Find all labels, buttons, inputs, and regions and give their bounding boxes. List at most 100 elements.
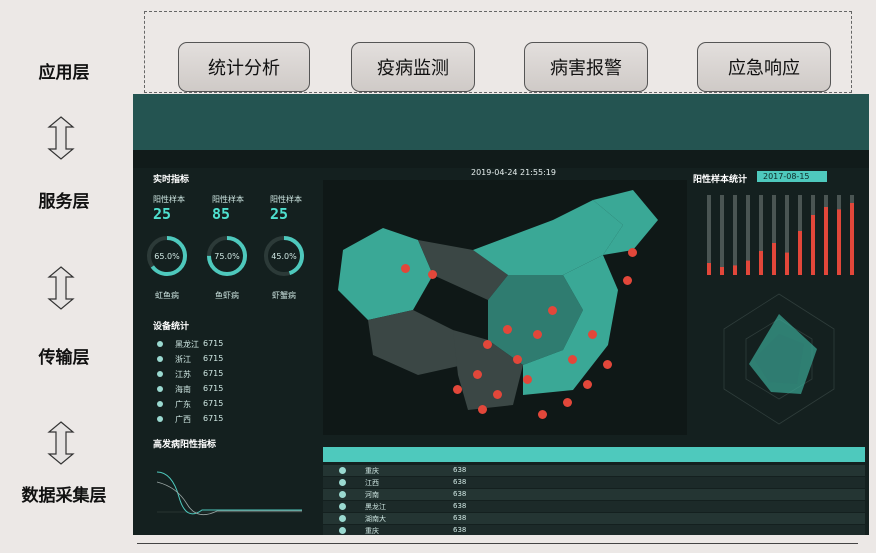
alert-dot	[628, 248, 637, 257]
bar	[772, 243, 776, 275]
row-name: 重庆	[365, 527, 379, 535]
gauge-value: 75.0%	[214, 252, 240, 261]
double-arrow-icon	[47, 266, 75, 310]
positive-sample-title: 阳性样本统计	[693, 175, 748, 185]
device-count: 6715	[203, 384, 224, 393]
row-name: 江西	[365, 479, 379, 487]
gauge-value: 65.0%	[154, 252, 180, 261]
dashboard-header-bar	[133, 94, 869, 150]
bar	[733, 265, 737, 275]
table-header	[323, 447, 865, 462]
row-name: 湖南大	[365, 515, 386, 523]
device-count: 6715	[203, 369, 224, 378]
bar	[811, 215, 815, 275]
bar	[746, 260, 750, 275]
device-name: 广东	[175, 400, 191, 409]
alert-dot	[478, 405, 487, 414]
metric-value: 85	[212, 205, 231, 223]
alert-dot	[538, 410, 547, 419]
device-name: 江苏	[175, 370, 191, 379]
double-arrow-icon	[47, 421, 75, 465]
device-dot-icon	[157, 386, 163, 392]
bar-track	[720, 195, 724, 275]
bar	[759, 251, 763, 275]
alert-dot	[548, 306, 557, 315]
alert-dot	[623, 276, 632, 285]
device-dot-icon	[157, 371, 163, 377]
bar	[850, 203, 854, 275]
double-arrow-icon	[47, 116, 75, 160]
layer-label-collection: 数据采集层	[21, 486, 107, 506]
device-name: 浙江	[175, 355, 191, 364]
stats-analysis-button[interactable]: 统计分析	[178, 42, 310, 92]
high-incidence-title: 高发病阳性指标	[153, 440, 217, 450]
metric-label: 阳性样本	[153, 195, 185, 204]
bar	[785, 252, 789, 275]
row-name: 重庆	[365, 467, 379, 475]
device-dot-icon	[157, 416, 163, 422]
alert-dot	[493, 390, 502, 399]
positive-sample-date: 2017-08-15	[757, 171, 827, 182]
metric-value: 25	[270, 205, 289, 223]
table-row: 湖南大 638	[323, 513, 865, 524]
device-name: 黑龙江	[175, 340, 199, 349]
row-dot-icon	[339, 515, 346, 522]
row-value: 638	[453, 490, 467, 498]
alert-dot	[473, 370, 482, 379]
realtime-title: 实时指标	[153, 175, 190, 185]
device-name: 海南	[175, 385, 191, 394]
table-row: 重庆 638	[323, 465, 865, 476]
row-dot-icon	[339, 491, 346, 498]
alert-dot	[503, 325, 512, 334]
bar	[824, 207, 828, 275]
gauge-label: 鱼虾病	[215, 291, 239, 300]
bar	[707, 263, 711, 275]
pest-alarm-button[interactable]: 病害报警	[524, 42, 648, 92]
dashboard-subheader	[133, 150, 869, 168]
device-count: 6715	[203, 339, 224, 348]
divider-line	[137, 543, 858, 544]
row-dot-icon	[339, 467, 346, 474]
device-dot-icon	[157, 401, 163, 407]
dashboard-datetime: 2019-04-24 21:55:19	[471, 168, 556, 177]
gauge-label: 虾蟹病	[272, 291, 296, 300]
device-name: 广西	[175, 415, 191, 424]
sample-table: 重庆 638 江西 638 河南 638 黑龙江 638 湖南大 638 重庆 638	[323, 447, 865, 535]
device-count: 6715	[203, 414, 224, 423]
row-value: 638	[453, 502, 467, 510]
layer-label-application: 应用层	[38, 63, 90, 83]
alert-dot	[588, 330, 597, 339]
bar	[720, 267, 724, 275]
device-title: 设备统计	[153, 322, 190, 332]
device-dot-icon	[157, 341, 163, 347]
alert-dot	[453, 385, 462, 394]
alert-dot	[563, 398, 572, 407]
row-value: 638	[453, 466, 467, 474]
row-dot-icon	[339, 479, 346, 486]
row-value: 638	[453, 478, 467, 486]
table-row: 重庆 638	[323, 525, 865, 535]
table-row: 河南 638	[323, 489, 865, 500]
gauge-value: 45.0%	[271, 252, 297, 261]
alert-dot	[483, 340, 492, 349]
disease-monitor-button[interactable]: 疫病监测	[351, 42, 475, 92]
alert-dot	[533, 330, 542, 339]
high-incidence-line-chart	[156, 471, 302, 516]
table-row: 黑龙江 638	[323, 501, 865, 512]
gauge-label: 虹鱼病	[155, 291, 179, 300]
device-dot-icon	[157, 356, 163, 362]
row-name: 黑龙江	[365, 503, 386, 511]
bar-track	[733, 195, 737, 275]
device-count: 6715	[203, 399, 224, 408]
emergency-response-button[interactable]: 应急响应	[697, 42, 831, 92]
row-value: 638	[453, 526, 467, 534]
row-value: 638	[453, 514, 467, 522]
alert-dot	[513, 355, 522, 364]
layer-label-transport: 传输层	[38, 348, 90, 368]
table-row: 江西 638	[323, 477, 865, 488]
dashboard-screenshot: 2019-04-24 21:55:19 实时指标 阳性样本 阳性样本 阳性样本 …	[133, 94, 869, 535]
metric-label: 阳性样本	[212, 195, 244, 204]
alert-dot	[401, 264, 410, 273]
layer-label-service: 服务层	[38, 192, 90, 212]
row-dot-icon	[339, 503, 346, 510]
